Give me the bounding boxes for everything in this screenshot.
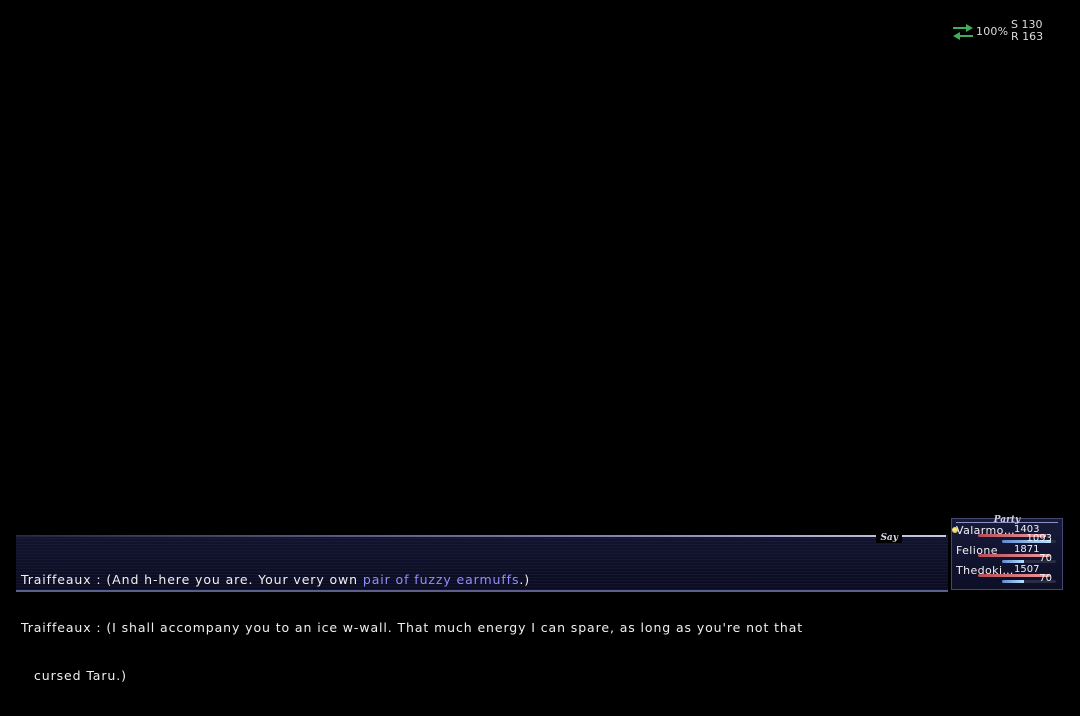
party-member-mp: 70	[1039, 573, 1052, 584]
send-receive-arrows-icon	[953, 24, 973, 40]
network-indicator: 100% S 130 R 163	[950, 18, 1060, 46]
party-member-1[interactable]: Valarmo… 1403 1093	[952, 524, 1062, 544]
chat-log[interactable]: Say Traiffeaux : (And h-here you are. Yo…	[16, 533, 948, 683]
chat-text: (I shall accompany you to an ice w-wall.…	[106, 620, 804, 635]
chat-line: Traiffeaux : (And h-here you are. Your v…	[21, 572, 531, 587]
send-receive-counts: S 130 R 163	[1011, 19, 1043, 43]
party-member-3[interactable]: Thedoki… 1507 70	[952, 564, 1062, 584]
network-percent: 100%	[976, 25, 1009, 38]
chat-speaker: Traiffeaux	[21, 620, 92, 635]
chat-speaker: Traiffeaux	[21, 572, 92, 587]
party-window: Party Valarmo… 1403 1093 Felione 1871 70…	[951, 515, 1063, 590]
receive-count: R 163	[1011, 30, 1044, 43]
chat-line-continuation: cursed Taru.)	[34, 668, 127, 683]
chat-lines: Traiffeaux : (And h-here you are. Your v…	[21, 540, 908, 716]
party-member-2[interactable]: Felione 1871 70	[952, 544, 1062, 564]
chat-item-highlight: pair of fuzzy earmuffs	[362, 572, 520, 587]
chat-text: (And h-here you are. Your very own	[106, 572, 363, 587]
party-member-mp: 70	[1039, 553, 1052, 564]
chat-top-border	[16, 535, 946, 537]
chat-text: .)	[519, 572, 531, 587]
party-member-mp: 1093	[1026, 533, 1052, 544]
chat-line: Traiffeaux : (I shall accompany you to a…	[21, 620, 804, 635]
